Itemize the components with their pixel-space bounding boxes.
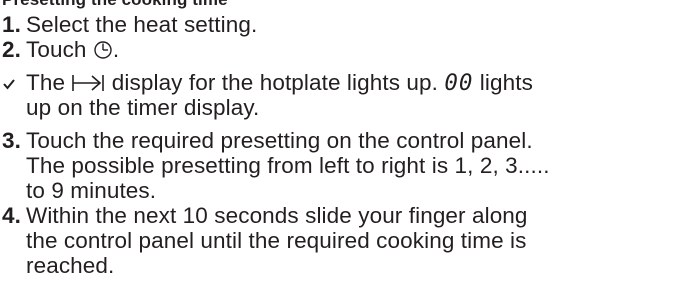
checkmark-icon <box>3 79 15 90</box>
step-3-line-3: to 9 minutes. <box>0 178 684 203</box>
header-text: Presetting the cooking time <box>2 0 228 12</box>
timer-clock-icon <box>94 41 112 59</box>
step-1: 1. Select the heat setting. <box>0 12 684 37</box>
header-partial: Presetting the cooking time <box>0 0 684 12</box>
step-number: 3. <box>2 128 21 153</box>
step-text-before: Touch <box>26 37 93 62</box>
step-text: Within the next 10 seconds slide your fi… <box>26 203 528 228</box>
result-text-b: display for the hotplate lights up. <box>105 70 445 95</box>
step-4-line-2: the control panel until the required coo… <box>0 228 684 253</box>
step-text: The possible presetting from left to rig… <box>26 153 550 178</box>
step-number: 2. <box>2 37 21 62</box>
step-number: 4. <box>2 203 21 228</box>
step-text: Touch the required presetting on the con… <box>26 128 533 153</box>
timer-segment-value: 00 <box>444 70 474 96</box>
presetting-arrow-icon <box>72 75 105 91</box>
step-3-line-2: The possible presetting from left to rig… <box>0 153 684 178</box>
step-3: 3. Touch the required presetting on the … <box>0 128 684 153</box>
step-4: 4. Within the next 10 seconds slide your… <box>0 203 684 228</box>
result-line-2: up on the timer display. <box>0 95 684 120</box>
result-text: The display for the hotplate lights up. … <box>26 70 533 96</box>
step-text-after: . <box>112 37 120 62</box>
step-text: Select the heat setting. <box>26 12 258 37</box>
step-4-line-3: reached. <box>0 253 684 278</box>
step-text: Touch . <box>26 37 119 62</box>
step-text: the control panel until the required coo… <box>26 228 527 253</box>
step-number: 1. <box>2 12 21 37</box>
result-text-c: lights <box>473 70 533 95</box>
result-line-1: The display for the hotplate lights up. … <box>0 70 684 96</box>
step-text: to 9 minutes. <box>26 178 157 203</box>
instruction-document: Presetting the cooking time 1. Select th… <box>0 0 684 278</box>
result-text-line2: up on the timer display. <box>26 95 260 120</box>
result-text-a: The <box>26 70 72 95</box>
step-2: 2. Touch . <box>0 37 684 62</box>
step-text: reached. <box>26 253 115 278</box>
